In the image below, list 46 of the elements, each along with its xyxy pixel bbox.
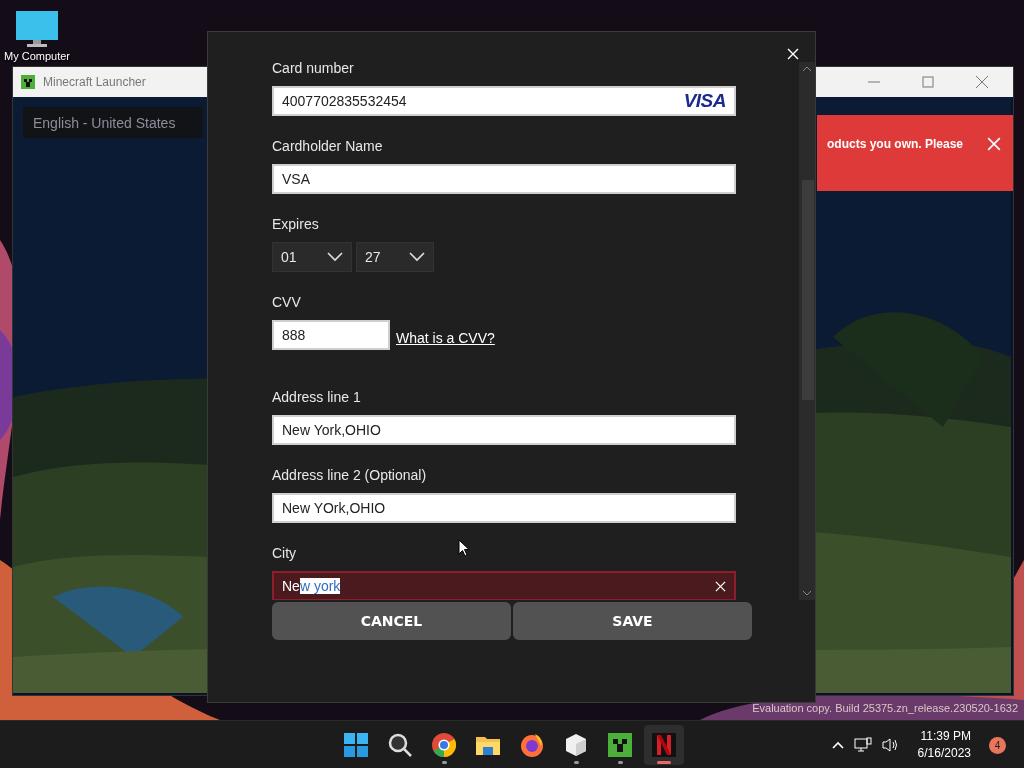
clock-time[interactable]: 11:39 PM bbox=[920, 728, 971, 745]
language-dropdown[interactable]: English - United States bbox=[23, 107, 203, 138]
year-dropdown[interactable]: 27 bbox=[356, 242, 434, 272]
watermark-text: Evaluation copy. Build 25375.zn_release.230520-1632 bbox=[752, 702, 1018, 714]
cursor-icon bbox=[458, 539, 470, 557]
creeper-icon bbox=[21, 75, 35, 89]
cvv-field[interactable]: 888 bbox=[272, 320, 390, 350]
windows-icon[interactable] bbox=[343, 732, 369, 758]
desktop-icon-label: My Computer bbox=[4, 50, 71, 62]
chevron-down-icon bbox=[327, 252, 343, 262]
text-field[interactable]: New YOrk,OHIO bbox=[272, 493, 736, 523]
field-label: City bbox=[272, 544, 297, 563]
chevron-down-icon bbox=[409, 252, 425, 262]
window-title: Minecraft Launcher bbox=[43, 75, 147, 89]
text-field[interactable]: New York,OHIO bbox=[272, 415, 736, 445]
field-label: Card number bbox=[272, 62, 354, 78]
chrome-icon[interactable] bbox=[431, 732, 457, 758]
cvv-help-link[interactable]: What is a CVV? bbox=[396, 330, 495, 346]
field-label: Address line 2 (Optional) bbox=[272, 466, 427, 485]
scroll-up-icon[interactable] bbox=[802, 66, 812, 72]
card-number-field[interactable]: 4007702835532454 VISA bbox=[272, 86, 736, 116]
scroll-down-icon[interactable] bbox=[802, 590, 812, 596]
city-field[interactable]: New york bbox=[272, 571, 736, 600]
network-icon[interactable] bbox=[853, 737, 872, 753]
month-dropdown[interactable]: 01 bbox=[272, 242, 352, 272]
field-label: Cardholder Name bbox=[272, 137, 383, 156]
notification-badge[interactable]: 4 bbox=[989, 736, 1006, 754]
creeper-icon[interactable] bbox=[607, 732, 633, 758]
banner-text: oducts you own. Please bbox=[826, 137, 963, 151]
field-label: Address line 1 bbox=[272, 388, 361, 407]
cancel-button[interactable]: CANCEL bbox=[272, 602, 511, 640]
volume-icon[interactable] bbox=[881, 737, 900, 753]
firefox-icon[interactable] bbox=[519, 732, 545, 758]
field-label: Expires bbox=[272, 215, 319, 234]
chevron-up-icon[interactable] bbox=[831, 741, 844, 749]
search-icon[interactable] bbox=[387, 732, 413, 758]
monitor-icon[interactable] bbox=[15, 10, 59, 48]
cube-icon[interactable] bbox=[563, 732, 589, 758]
field-label: CVV bbox=[272, 293, 301, 312]
text-field[interactable]: VSA bbox=[272, 164, 736, 194]
visa-logo: VISA bbox=[683, 90, 726, 112]
clear-icon[interactable] bbox=[715, 580, 726, 592]
scrollbar[interactable] bbox=[799, 62, 815, 600]
netflix-icon[interactable] bbox=[651, 732, 677, 758]
clock-date[interactable]: 6/16/2023 bbox=[917, 745, 971, 762]
save-button[interactable]: SAVE bbox=[513, 602, 752, 640]
